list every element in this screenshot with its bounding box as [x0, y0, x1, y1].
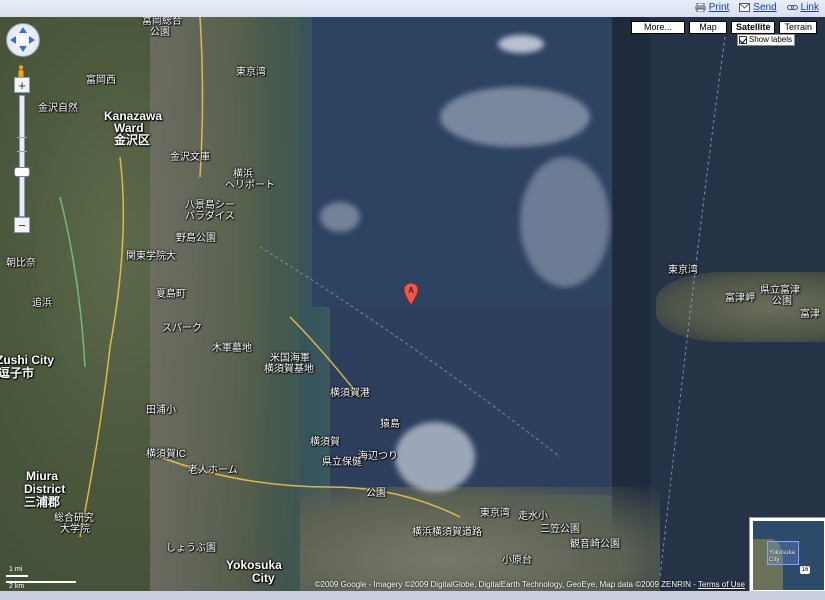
map-label: 八景島シー [185, 200, 235, 211]
map-label: 老人ホーム [188, 465, 238, 476]
terms-of-use-link[interactable]: Terms of Use [698, 580, 745, 589]
scale-bar: 1 mi 2 km [6, 566, 76, 590]
zoom-tick [17, 151, 27, 152]
map-label: 横須賀基地 [264, 364, 314, 375]
pan-right-icon[interactable] [29, 36, 35, 44]
map-label: 木軍墓地 [212, 343, 252, 354]
map-label: しょうぶ園 [166, 543, 216, 554]
map-label: 県立保健 [322, 457, 362, 468]
map-label: パラダイス [185, 211, 235, 222]
map-label: 横須賀 [310, 437, 340, 448]
toolbar-links: Print Send Link [694, 2, 819, 13]
pan-control [6, 23, 40, 57]
map-label: 金沢文庫 [170, 152, 210, 163]
map-label: 東京湾 [236, 67, 266, 78]
map-label: 小原台 [502, 555, 532, 566]
map-label: 富津岬 [725, 293, 755, 304]
route-shield-icon: 16 [800, 566, 810, 574]
show-labels-label: Show labels [748, 35, 792, 44]
print-label: Print [708, 2, 730, 13]
zoom-out-button[interactable]: − [14, 217, 30, 233]
show-labels-checkbox[interactable] [738, 36, 747, 44]
overview-label: Yokosuka City [769, 550, 795, 563]
scale-miles: 1 mi [9, 566, 23, 573]
map-label: 公園 [772, 296, 792, 307]
printer-icon [694, 3, 706, 12]
map-label: 夏島町 [156, 289, 186, 300]
map-label: 富津 [800, 309, 820, 320]
top-toolbar: Print Send Link [0, 0, 825, 18]
pan-left-icon[interactable] [10, 36, 16, 44]
zoom-tick [17, 137, 27, 138]
map-label: 横須賀港 [330, 388, 370, 399]
map-label: 逗子市 [0, 366, 35, 380]
map-label: 朝比奈 [6, 258, 36, 269]
map-label: 総合研究 [54, 513, 94, 524]
map-label: 米国海軍 [270, 353, 310, 364]
map-label: 横浜横須賀道路 [412, 527, 482, 538]
map-label: 金沢区 [114, 133, 151, 147]
map-label: 冨岡総合 [142, 17, 182, 27]
map-label: 走水小 [518, 511, 548, 522]
map-label: 横浜 [233, 169, 253, 180]
map-label: 大学院 [60, 524, 90, 535]
pan-up-icon[interactable] [19, 27, 27, 33]
zoom-in-button[interactable]: + [14, 77, 30, 93]
zoom-control: + − [14, 77, 30, 237]
map-label: 公園 [366, 488, 386, 499]
satellite-map[interactable]: 冨岡総合 公園 富岡西 東京湾 Kanazawa Ward 金沢区 金沢自然 金… [0, 17, 825, 591]
map-label: 猿島 [380, 419, 400, 430]
map-label: 海辺つり [358, 451, 398, 462]
location-marker[interactable]: A [404, 283, 418, 305]
print-link[interactable]: Print [694, 2, 730, 13]
map-label: 県立富津 [760, 285, 800, 296]
terrain-button[interactable]: Terrain [779, 21, 817, 34]
map-label: 三浦郡 [24, 495, 61, 509]
map-label: 東京湾 [668, 265, 698, 276]
link-link[interactable]: Link [786, 2, 819, 13]
map-label: 三笠公園 [540, 524, 580, 535]
zoom-slider-track[interactable] [19, 95, 25, 217]
map-label: スパーク [162, 323, 202, 334]
map-label: 富岡西 [86, 75, 116, 86]
pan-down-icon[interactable] [19, 46, 27, 52]
scale-km: 2 km [9, 583, 25, 590]
bottom-bar [0, 591, 825, 600]
show-labels-toggle[interactable]: Show labels [736, 34, 795, 46]
map-label: 関東学院大 [126, 251, 176, 262]
send-link[interactable]: Send [739, 2, 777, 13]
map-button[interactable]: Map [688, 21, 727, 34]
map-label: 観音崎公園 [570, 539, 620, 550]
map-label: 東京湾 [480, 508, 510, 519]
map-label: City [252, 571, 275, 585]
zoom-slider-handle[interactable] [14, 167, 30, 177]
chain-link-icon [786, 5, 798, 10]
overview-map[interactable]: Yokosuka City 16 [749, 517, 825, 591]
send-label: Send [753, 2, 777, 13]
copyright-text: ©2009 Google - Imagery ©2009 DigitalGlob… [314, 580, 696, 589]
map-type-controls: More... Map Satellite Terrain [630, 21, 817, 34]
marker-letter: A [408, 286, 414, 295]
link-label: Link [800, 2, 819, 13]
map-label: 公園 [150, 27, 170, 38]
satellite-button[interactable]: Satellite [730, 21, 776, 34]
map-label: 田浦小 [146, 405, 176, 416]
map-label: 追浜 [32, 298, 52, 309]
overview-map-view: Yokosuka City 16 [753, 521, 824, 590]
map-label: ヘリポート [225, 180, 275, 191]
map-label: 金沢自然 [38, 103, 78, 114]
more-button[interactable]: More... [630, 21, 685, 34]
map-label: 野島公園 [176, 233, 216, 244]
scale-bar-miles [6, 575, 28, 577]
map-label: 横須賀IC [146, 449, 186, 460]
envelope-icon [739, 3, 751, 12]
copyright-notice: ©2009 Google - Imagery ©2009 DigitalGlob… [315, 580, 745, 589]
